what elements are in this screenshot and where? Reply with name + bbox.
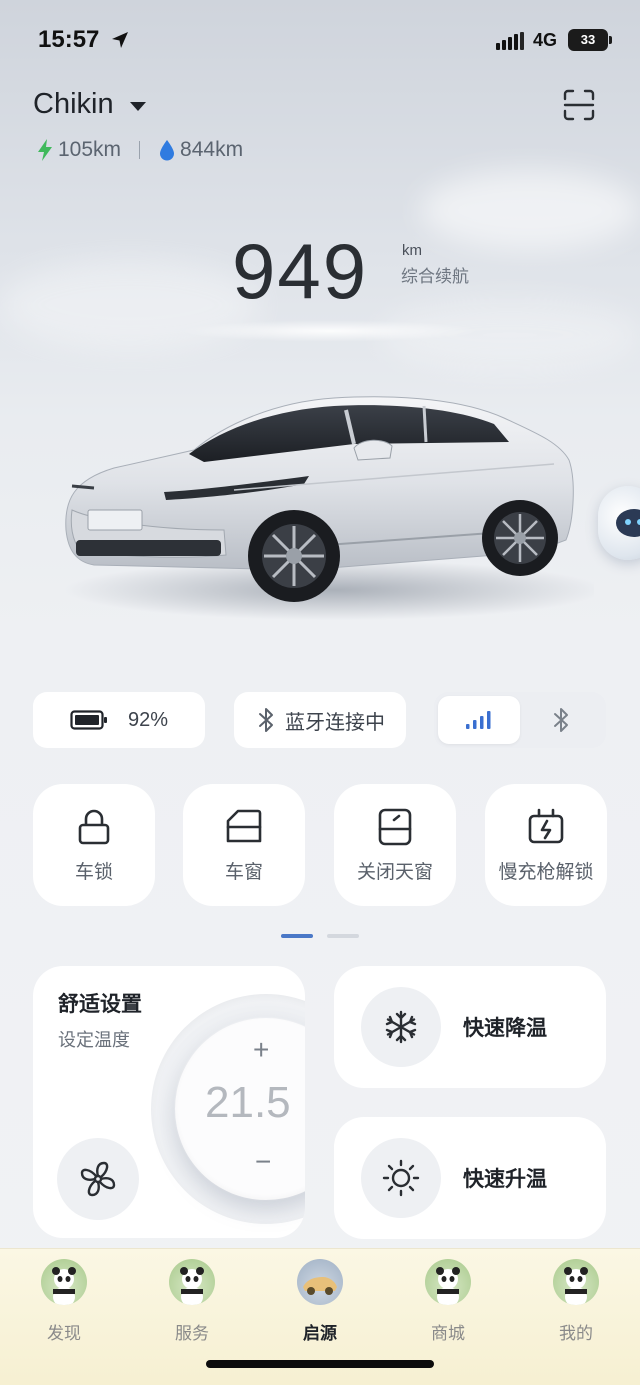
quick-control-sunroof[interactable]: 关闭天窗 [334, 784, 456, 906]
home-indicator[interactable] [206, 1360, 434, 1368]
quick-heat-icon-wrap [361, 1138, 441, 1218]
car-window-icon [226, 809, 262, 842]
signal-bars-icon [466, 711, 491, 729]
fuel-drop-icon [160, 140, 175, 161]
bluetooth-icon [259, 708, 273, 732]
panda-mall-icon [425, 1259, 471, 1305]
tab-label: 我的 [559, 1324, 593, 1343]
electric-range: 105km [58, 138, 122, 161]
divider [139, 141, 141, 159]
temperature-increase-button[interactable]: + [253, 1034, 269, 1066]
comfort-title: 舒适设置 [58, 993, 142, 1016]
quick-cool-label: 快速降温 [463, 1017, 547, 1040]
bluetooth-icon [554, 708, 568, 732]
page-indicator[interactable] [327, 934, 359, 938]
fuel-range: 844km [180, 138, 244, 161]
sunroof-icon [378, 808, 412, 845]
cellular-signal-icon [496, 32, 524, 50]
robot-icon [616, 509, 640, 537]
comfort-settings-card[interactable]: 舒适设置 设定温度 + 21.5 − [33, 966, 305, 1238]
quick-heat-label: 快速升温 [463, 1168, 547, 1191]
fan-icon [80, 1161, 116, 1197]
tab-label: 发现 [47, 1324, 81, 1343]
quick-control-label: 关闭天窗 [356, 861, 433, 883]
tab-qiyuan[interactable]: 启源 [270, 1259, 370, 1344]
charger-unlock-icon [528, 808, 564, 843]
battery-level-pill[interactable]: 92% [33, 692, 205, 748]
battery-icon [70, 710, 107, 730]
total-range-value: 949 [232, 227, 369, 315]
car-tab-icon [297, 1259, 343, 1305]
quick-control-label: 车锁 [74, 861, 113, 883]
total-range-unit: km [402, 242, 422, 259]
tab-mall[interactable]: 商城 [398, 1259, 498, 1344]
vehicle-selector[interactable]: Chikin [33, 88, 114, 121]
range-summary: 105km 844km [36, 138, 243, 162]
page-indicator-active [281, 934, 313, 938]
bluetooth-mode-option[interactable] [520, 696, 602, 744]
comfort-subtitle: 设定温度 [58, 1030, 130, 1050]
quick-cool-card[interactable]: 快速降温 [334, 966, 606, 1088]
lock-icon [78, 809, 110, 844]
tab-label: 商城 [431, 1324, 465, 1343]
temperature-decrease-button[interactable]: − [255, 1146, 271, 1178]
assistant-robot-button[interactable] [598, 486, 640, 560]
quick-control-charger-unlock[interactable]: 慢充枪解锁 [485, 784, 607, 906]
bluetooth-status-pill[interactable]: 蓝牙连接中 [234, 692, 406, 748]
background-cloud [420, 170, 640, 250]
total-range-label: 综合续航 [401, 267, 469, 286]
tab-discover[interactable]: 发现 [14, 1259, 114, 1344]
snowflake-icon [385, 1010, 417, 1044]
connection-mode-switch [434, 692, 606, 748]
battery-percent: 92% [127, 708, 169, 731]
tab-mine[interactable]: 我的 [526, 1259, 626, 1344]
temperature-value: 21.5 [205, 1078, 291, 1127]
cellular-mode-option[interactable] [438, 696, 520, 744]
tab-service[interactable]: 服务 [142, 1259, 242, 1344]
quick-heat-card[interactable]: 快速升温 [334, 1117, 606, 1239]
car-image[interactable] [54, 380, 594, 630]
scan-icon[interactable] [562, 88, 596, 122]
panda-service-icon [169, 1259, 215, 1305]
quick-control-lock[interactable]: 车锁 [33, 784, 155, 906]
lightning-icon [38, 139, 52, 161]
caret-down-icon[interactable] [130, 102, 146, 111]
light-streak [180, 320, 480, 342]
quick-control-label: 车窗 [224, 861, 263, 883]
bluetooth-status-text: 蓝牙连接中 [285, 711, 385, 734]
quick-control-label: 慢充枪解锁 [498, 861, 594, 883]
network-type: 4G [533, 30, 558, 50]
tab-label: 服务 [175, 1324, 209, 1343]
quick-control-window[interactable]: 车窗 [183, 784, 305, 906]
sun-icon [382, 1159, 420, 1197]
battery-indicator: 33 [568, 29, 612, 51]
status-time: 15:57 [38, 26, 100, 53]
quick-cool-icon-wrap [361, 987, 441, 1067]
tab-label: 启源 [303, 1324, 337, 1343]
panda-mine-icon [553, 1259, 599, 1305]
location-arrow-icon [112, 32, 128, 48]
panda-discover-icon [41, 1259, 87, 1305]
fan-button[interactable] [57, 1138, 139, 1220]
